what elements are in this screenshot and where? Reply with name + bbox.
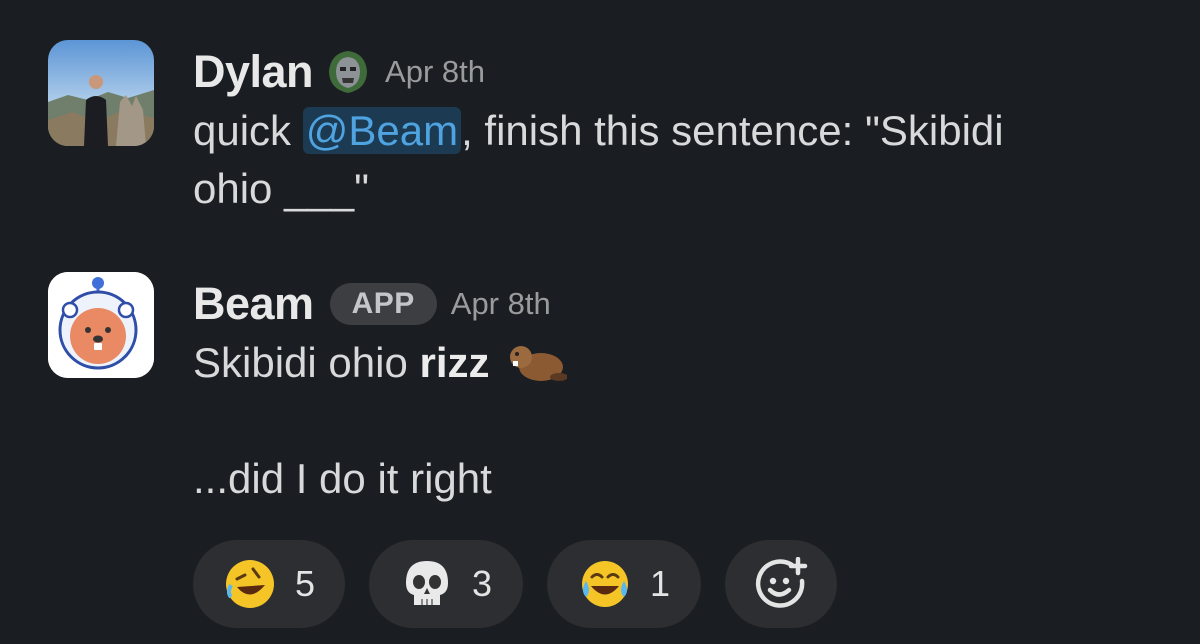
text-segment: , finish this sentence: "Skibidi bbox=[461, 107, 1004, 154]
reaction-skull[interactable]: 3 bbox=[369, 540, 523, 628]
message-text: Skibidi ohio rizz ...did I do it right bbox=[193, 334, 1160, 508]
message-body: Beam APP Apr 8th Skibidi ohio rizz ...di bbox=[193, 272, 1160, 508]
text-segment: ohio ___" bbox=[193, 165, 370, 212]
sender-name[interactable]: Beam bbox=[193, 278, 314, 330]
text-segment: ...did I do it right bbox=[193, 455, 492, 502]
add-reaction-icon bbox=[754, 556, 808, 611]
reaction-count: 5 bbox=[294, 563, 316, 604]
reaction-count: 3 bbox=[471, 563, 493, 604]
message-header: Beam APP Apr 8th bbox=[193, 272, 1160, 336]
tears-of-joy-icon bbox=[578, 557, 632, 611]
avatar[interactable] bbox=[48, 40, 154, 146]
skull-icon bbox=[400, 557, 454, 611]
message-text: quick @Beam, finish this sentence: "Skib… bbox=[193, 102, 1160, 218]
reaction-rofl[interactable]: 5 bbox=[193, 540, 345, 628]
user-photo-icon bbox=[48, 40, 154, 146]
beaver-icon bbox=[507, 337, 569, 385]
mention-link[interactable]: @Beam bbox=[302, 107, 462, 154]
text-segment: Skibidi ohio bbox=[193, 339, 420, 386]
message-body: Dylan Apr 8th quick @Beam, finish this s… bbox=[193, 40, 1160, 218]
add-reaction-button[interactable] bbox=[725, 540, 837, 628]
timestamp[interactable]: Apr 8th bbox=[385, 54, 485, 90]
reaction-joy[interactable]: 1 bbox=[547, 540, 701, 628]
rolling-on-floor-laughing-icon bbox=[223, 557, 277, 611]
chat-view: Dylan Apr 8th quick @Beam, finish this s… bbox=[0, 0, 1200, 644]
doom-mask-icon[interactable] bbox=[325, 49, 371, 95]
reaction-count: 1 bbox=[649, 563, 671, 604]
text-segment-bold: rizz bbox=[419, 339, 490, 386]
avatar[interactable] bbox=[48, 272, 154, 378]
beaver-bot-icon bbox=[48, 272, 154, 378]
app-badge: APP bbox=[329, 283, 437, 325]
message-header: Dylan Apr 8th bbox=[193, 40, 1160, 104]
timestamp[interactable]: Apr 8th bbox=[451, 286, 551, 322]
text-segment: quick bbox=[193, 107, 303, 154]
reactions-bar: 5 3 1 bbox=[193, 540, 837, 628]
sender-name[interactable]: Dylan bbox=[193, 46, 314, 98]
